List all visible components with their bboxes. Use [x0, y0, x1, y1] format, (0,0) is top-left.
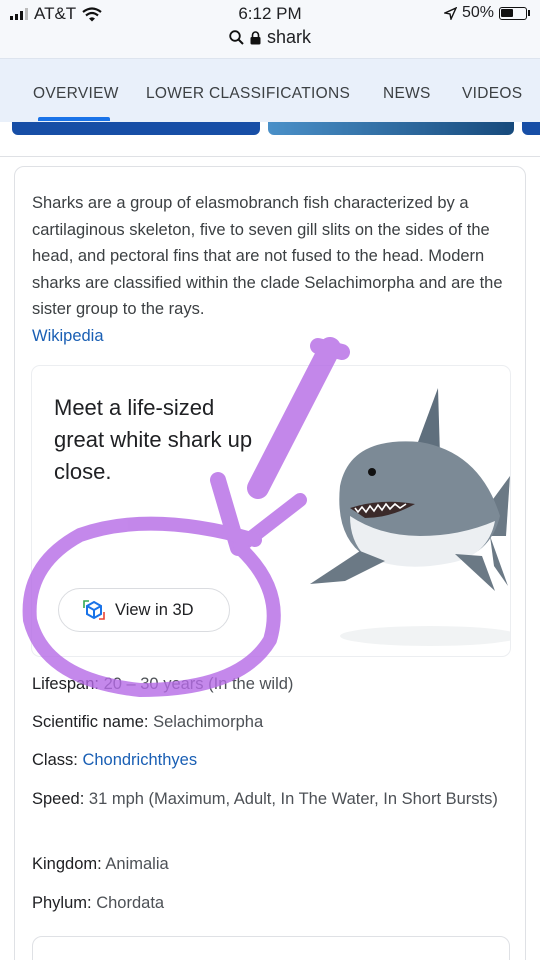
- search-tabs: OVERVIEW LOWER CLASSIFICATIONS NEWS VIDE…: [0, 58, 540, 122]
- next-section-card: [32, 936, 510, 960]
- fact-value: Animalia: [105, 855, 169, 873]
- fact-label: Scientific name:: [32, 713, 149, 731]
- description-text: Sharks are a group of elasmobranch fish …: [32, 194, 503, 318]
- fact-speed: Speed: 31 mph (Maximum, Adult, In The Wa…: [32, 786, 512, 812]
- cube-3d-icon: [83, 600, 105, 620]
- battery-percent: 50%: [461, 4, 494, 21]
- divider: [0, 156, 540, 157]
- fact-kingdom: Kingdom: Animalia: [32, 851, 512, 877]
- tab-news[interactable]: NEWS: [383, 85, 431, 103]
- fact-label: Class:: [32, 751, 78, 769]
- fact-value: 31 mph (Maximum, Adult, In The Water, In…: [88, 790, 498, 808]
- tab-lower-classifications[interactable]: LOWER CLASSIFICATIONS: [146, 85, 350, 103]
- fact-class: Class: Chondrichthyes: [32, 747, 512, 773]
- carousel-image-1[interactable]: [12, 122, 260, 135]
- view-in-3d-promo[interactable]: Meet a life-sized great white shark up c…: [32, 366, 510, 656]
- wikipedia-link[interactable]: Wikipedia: [32, 327, 104, 345]
- promo-title: Meet a life-sized great white shark up c…: [54, 395, 253, 484]
- status-bar: AT&T 6:12 PM 50% shark: [0, 0, 540, 58]
- view-in-3d-label: View in 3D: [115, 600, 194, 619]
- search-icon: [229, 30, 244, 45]
- lock-icon: [250, 30, 261, 44]
- location-arrow-icon: [443, 6, 457, 20]
- view-in-3d-button[interactable]: View in 3D: [58, 588, 230, 632]
- fact-label: Phylum:: [32, 894, 92, 912]
- fact-scientific-name: Scientific name: Selachimorpha: [32, 709, 512, 735]
- description: Sharks are a group of elasmobranch fish …: [32, 190, 512, 349]
- status-right: 50%: [443, 4, 530, 22]
- tab-overview[interactable]: OVERVIEW: [33, 85, 119, 103]
- fact-phylum: Phylum: Chordata: [32, 890, 512, 916]
- fact-label: Lifespan:: [32, 675, 99, 693]
- fact-lifespan: Lifespan: 20 – 30 years (In the wild): [32, 671, 512, 697]
- fact-value: 20 – 30 years (In the wild): [103, 675, 294, 693]
- class-link[interactable]: Chondrichthyes: [82, 751, 197, 769]
- carousel-image-3[interactable]: [522, 122, 540, 135]
- fact-value: Chordata: [96, 894, 165, 912]
- fact-label: Speed:: [32, 790, 85, 808]
- active-tab-indicator: [38, 117, 110, 121]
- carousel-image-2[interactable]: [268, 122, 514, 135]
- tab-videos[interactable]: VIDEOS: [462, 85, 522, 103]
- address-bar[interactable]: shark: [0, 27, 540, 48]
- great-white-shark-image: [310, 388, 510, 646]
- battery-icon: [499, 6, 527, 20]
- fact-value: Selachimorpha: [153, 713, 264, 731]
- url-text: shark: [266, 27, 311, 47]
- fact-label: Kingdom:: [32, 855, 102, 873]
